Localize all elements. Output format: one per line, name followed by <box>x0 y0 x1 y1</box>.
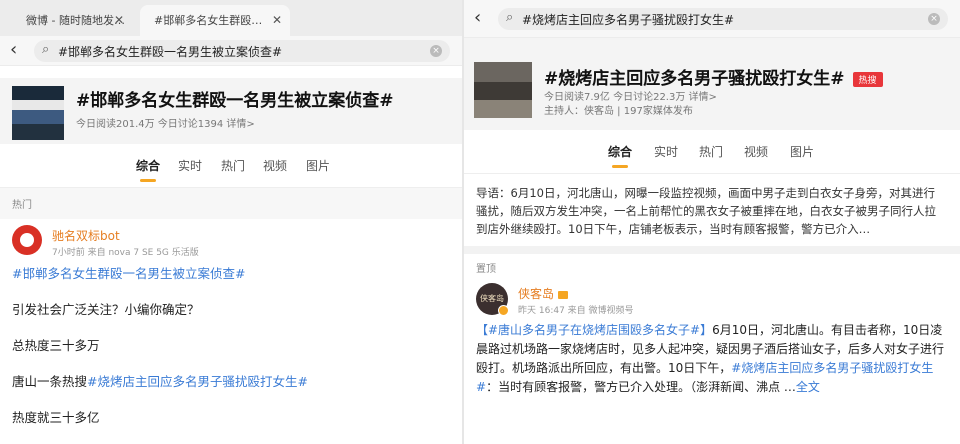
topic-stats[interactable]: 今日阅读7.9亿 今日讨论22.3万 详情> <box>544 88 717 103</box>
list-item: 侠客岛 侠客岛 昨天 16:47 来自 微博视频号 【#唐山多名男子在烧烤店围殴… <box>464 277 960 444</box>
search-input[interactable]: ⌕ #烧烤店主回应多名男子骚扰殴打女生# × <box>498 8 948 30</box>
post-body: 【#唐山多名男子在烧烤店围殴多名女子#】6月10日，河北唐山。有目击者称，10日… <box>476 321 946 397</box>
search-icon: ⌕ <box>506 10 514 25</box>
post-line: 总热度三十多万 <box>12 338 100 353</box>
verified-icon <box>498 305 509 316</box>
post-body: #邯郸多名女生群殴一名男生被立案侦查# 引发社会广泛关注？小编你确定？ 总热度三… <box>12 265 450 444</box>
tab-hot[interactable]: 热门 <box>699 143 723 160</box>
browser-tab-weibo[interactable]: 微博 - 随时随地发… ✕ <box>12 5 132 36</box>
tab-label: 微博 - 随时随地发… <box>26 14 125 27</box>
crown-icon <box>558 290 569 299</box>
browser-tab-strip: 微博 - 随时随地发… ✕ #邯郸多名女生群殴… ✕ <box>0 0 462 36</box>
category-tabs: 综合 实时 热门 视频 图片 <box>0 144 462 188</box>
back-arrow-icon[interactable]: ‹ <box>10 40 17 60</box>
topic-title: #烧烤店主回应多名男子骚扰殴打女生# 热搜 <box>544 64 883 89</box>
post-meta: 昨天 16:47 来自 微博视频号 <box>518 306 634 316</box>
search-icon: ⌕ <box>42 42 50 57</box>
search-bar-row: ‹ ⌕ #烧烤店主回应多名男子骚扰殴打女生# × <box>464 0 960 38</box>
post-line: 引发社会广泛关注？小编你确定？ <box>12 302 200 317</box>
tab-general[interactable]: 综合 <box>136 157 160 182</box>
tab-hot[interactable]: 热门 <box>221 157 245 174</box>
expand-full-text-link[interactable]: 全文 <box>796 380 820 394</box>
topic-header: #邯郸多名女生群殴一名男生被立案侦查# 今日阅读201.4万 今日讨论1394 … <box>0 78 462 144</box>
tab-general[interactable]: 综合 <box>608 143 632 168</box>
hashtag-link[interactable]: #邯郸多名女生群殴一名男生被立案侦查# <box>12 266 245 281</box>
browser-tab-topic[interactable]: #邯郸多名女生群殴… ✕ <box>140 5 290 36</box>
hashtag-link[interactable]: 【#唐山多名男子在烧烤店围殴多名女子#】 <box>476 323 712 337</box>
tab-pictures[interactable]: 图片 <box>306 157 330 174</box>
search-input[interactable]: ⌕ #邯郸多名女生群殴一名男生被立案侦查# × <box>34 40 450 62</box>
search-query: #邯郸多名女生群殴一名男生被立案侦查# <box>58 45 283 59</box>
close-icon[interactable]: ✕ <box>114 5 124 36</box>
pinned-label: 置顶 <box>476 264 496 275</box>
post-username[interactable]: 侠客岛 <box>518 285 569 302</box>
back-arrow-icon[interactable]: ‹ <box>474 8 481 28</box>
section-separator <box>464 246 960 254</box>
search-bar-row: ‹ ⌕ #邯郸多名女生群殴一名男生被立案侦查# × <box>0 36 462 66</box>
right-weibo-screen: ‹ ⌕ #烧烤店主回应多名男子骚扰殴打女生# × #烧烤店主回应多名男子骚扰殴打… <box>464 0 960 444</box>
tab-pictures[interactable]: 图片 <box>790 143 814 160</box>
clear-icon[interactable]: × <box>430 45 442 57</box>
hashtag-link[interactable]: #烧烤店主回应多名男子骚扰殴打女生# <box>87 374 308 389</box>
post-line: 热度就三十多亿 <box>12 410 100 425</box>
close-icon[interactable]: ✕ <box>272 5 282 36</box>
topic-host: 主持人：侠客岛 | 197家媒体发布 <box>544 106 693 117</box>
category-tabs: 综合 实时 热门 视频 图片 <box>464 130 960 174</box>
tab-video[interactable]: 视频 <box>263 157 287 174</box>
topic-intro: 导语：6月10日，河北唐山，网曝一段监控视频，画面中男子走到白衣女子身旁，对其进… <box>476 186 936 236</box>
topic-thumbnail <box>474 62 532 118</box>
topic-thumbnail <box>12 86 64 140</box>
clear-icon[interactable]: × <box>928 13 940 25</box>
tab-label: #邯郸多名女生群殴… <box>154 14 263 27</box>
post-username[interactable]: 驰名双标bot <box>52 227 120 244</box>
section-label-hot: 热门 <box>0 188 462 219</box>
topic-header: #烧烤店主回应多名男子骚扰殴打女生# 热搜 今日阅读7.9亿 今日讨论22.3万 … <box>464 38 960 130</box>
post-line: 唐山一条热搜 <box>12 374 88 389</box>
topic-title: #邯郸多名女生群殴一名男生被立案侦查# <box>76 91 394 111</box>
search-query: #烧烤店主回应多名男子骚扰殴打女生# <box>522 13 735 27</box>
left-weibo-screen: 微博 - 随时随地发… ✕ #邯郸多名女生群殴… ✕ ‹ ⌕ #邯郸多名女生群殴… <box>0 0 462 444</box>
post-meta: 7小时前 来自 nova 7 SE 5G 乐活版 <box>52 248 199 258</box>
list-item: 驰名双标bot 7小时前 来自 nova 7 SE 5G 乐活版 #邯郸多名女生… <box>0 219 462 425</box>
tab-video[interactable]: 视频 <box>744 143 768 160</box>
tab-realtime[interactable]: 实时 <box>178 157 202 174</box>
avatar[interactable] <box>12 225 42 255</box>
topic-stats[interactable]: 今日阅读201.4万 今日讨论1394 详情> <box>76 115 255 130</box>
tab-realtime[interactable]: 实时 <box>654 143 678 160</box>
hot-search-badge: 热搜 <box>852 71 883 87</box>
post-text: ：当时有顾客报警，警方已介入处理。（澎湃新闻、沸点 … <box>486 380 796 394</box>
